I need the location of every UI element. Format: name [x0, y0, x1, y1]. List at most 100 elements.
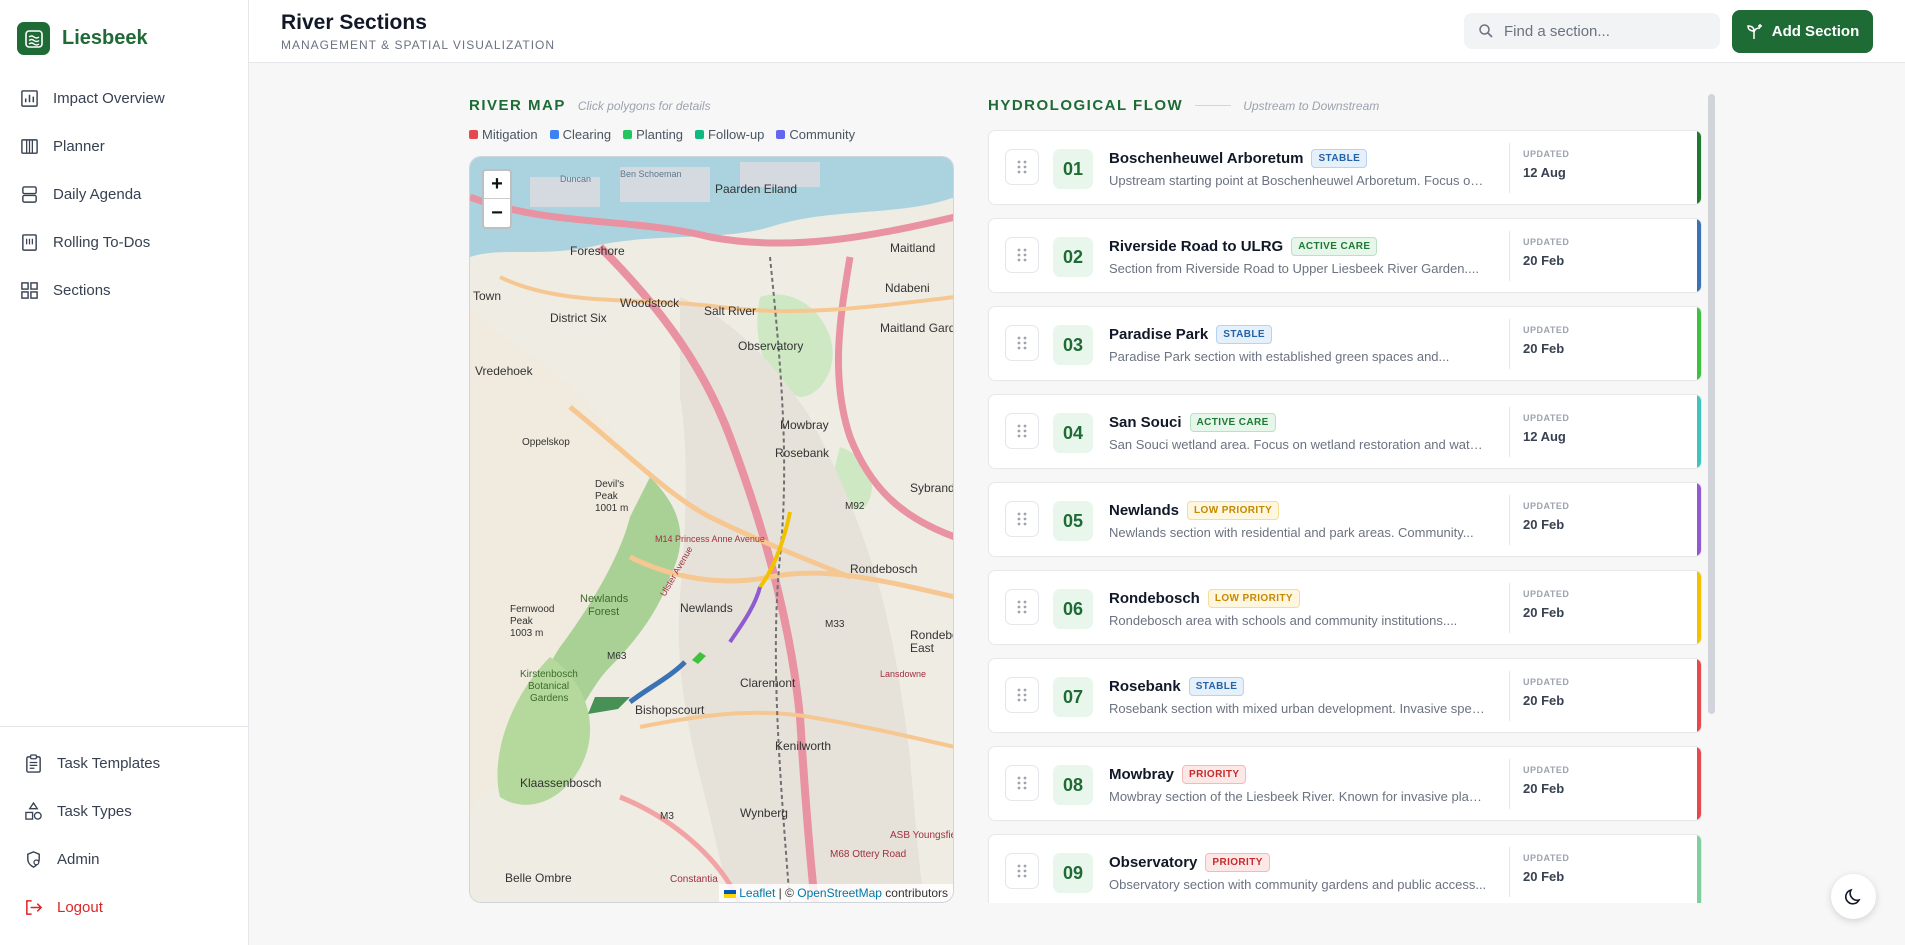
status-badge: STABLE: [1216, 325, 1272, 344]
drag-handle-icon[interactable]: [1005, 677, 1039, 713]
section-number: 05: [1053, 501, 1093, 541]
svg-text:Wynberg: Wynberg: [740, 806, 788, 820]
section-name-row: Paradise Park STABLE: [1109, 325, 1272, 344]
brand[interactable]: Liesbeek: [17, 22, 148, 55]
clipboard-icon: [26, 754, 41, 773]
legend-item: Planting: [623, 127, 683, 142]
nav-item-sections[interactable]: Sections: [20, 281, 111, 300]
svg-text:Woodstock: Woodstock: [620, 296, 680, 310]
nav-label: Rolling To-Dos: [53, 234, 151, 251]
section-card[interactable]: 09 Observatory PRIORITY Observatory section…: [988, 834, 1702, 903]
section-name: Boschenheuwel Arboretum: [1109, 150, 1304, 167]
map-tiles[interactable]: Duncan Ben Schoeman Paarden Eiland Fores…: [470, 157, 954, 903]
svg-text:Forest: Forest: [588, 606, 619, 618]
nav-item-logout[interactable]: Logout: [24, 898, 103, 917]
section-name: Observatory: [1109, 854, 1198, 871]
section-description: Upstream starting point at Boschenheuwel…: [1109, 173, 1487, 188]
status-badge: PRIORITY: [1205, 853, 1270, 872]
section-card[interactable]: 07 Rosebank STABLE Rosebank section with mi…: [988, 658, 1702, 733]
search-input[interactable]: [1504, 22, 1704, 40]
drag-handle-icon[interactable]: [1005, 413, 1039, 449]
svg-text:Newlands: Newlands: [680, 601, 733, 615]
nav-item-task-types[interactable]: Task Types: [24, 802, 132, 821]
moon-icon: [1844, 888, 1861, 905]
section-description: Rondebosch area with schools and communi…: [1109, 613, 1458, 628]
legend-label: Planting: [636, 127, 684, 142]
legend-item: Community: [776, 127, 855, 142]
section-accent-bar: [1697, 835, 1701, 903]
svg-text:Bishopscourt: Bishopscourt: [635, 703, 705, 717]
svg-text:Constantia: Constantia: [670, 874, 718, 885]
section-card[interactable]: 08 Mowbray PRIORITY Mowbray section of the …: [988, 746, 1702, 821]
list-scrollbar[interactable]: [1708, 94, 1715, 714]
svg-text:M33: M33: [825, 619, 845, 630]
legend-label: Mitigation: [482, 127, 538, 142]
grid-icon: [21, 282, 38, 299]
section-number: 07: [1053, 677, 1093, 717]
drag-handle-icon[interactable]: [1005, 853, 1039, 889]
zoom-in-button[interactable]: +: [484, 171, 510, 199]
status-badge: PRIORITY: [1182, 765, 1247, 784]
updated-block: UPDATED 20 Feb: [1509, 583, 1569, 633]
section-accent-bar: [1697, 571, 1701, 644]
drag-handle-icon[interactable]: [1005, 589, 1039, 625]
section-name: San Souci: [1109, 414, 1182, 431]
svg-text:Devil's: Devil's: [595, 479, 624, 490]
section-description: Newlands section with residential and pa…: [1109, 525, 1474, 540]
river-map[interactable]: Duncan Ben Schoeman Paarden Eiland Fores…: [469, 156, 954, 903]
logout-icon: [26, 900, 43, 915]
svg-text:Rondebosch: Rondebosch: [910, 628, 954, 642]
section-card[interactable]: 01 Boschenheuwel Arboretum STABLE Upstream …: [988, 130, 1702, 205]
nav-item-task-templates[interactable]: Task Templates: [24, 754, 160, 773]
nav-item-admin[interactable]: Admin: [24, 850, 100, 869]
section-accent-bar: [1697, 307, 1701, 380]
nav-item-impact-overview[interactable]: Impact Overview: [20, 89, 165, 108]
section-card[interactable]: 03 Paradise Park STABLE Paradise Park secti…: [988, 306, 1702, 381]
map-legend: Mitigation Clearing Planting Follow-up C…: [469, 127, 855, 142]
updated-block: UPDATED 20 Feb: [1509, 231, 1569, 281]
section-name-row: Observatory PRIORITY: [1109, 853, 1270, 872]
section-list: 01 Boschenheuwel Arboretum STABLE Upstream …: [988, 130, 1702, 903]
drag-handle-icon[interactable]: [1005, 237, 1039, 273]
section-card[interactable]: 04 San Souci ACTIVE CARE San Souci wetland …: [988, 394, 1702, 469]
section-name-row: Riverside Road to ULRG ACTIVE CARE: [1109, 237, 1378, 256]
updated-date: 20 Feb: [1523, 341, 1565, 356]
section-name: Mowbray: [1109, 766, 1175, 783]
nav-label: Daily Agenda: [53, 186, 142, 203]
theme-toggle-button[interactable]: [1831, 874, 1876, 919]
section-accent-bar: [1697, 659, 1701, 732]
zoom-out-button[interactable]: −: [484, 199, 510, 227]
svg-text:M92: M92: [845, 501, 865, 512]
leaflet-link[interactable]: Leaflet: [739, 886, 775, 900]
nav-label: Logout: [57, 899, 103, 916]
nav-label: Planner: [53, 138, 105, 155]
section-card[interactable]: 05 Newlands LOW PRIORITY Newlands section w…: [988, 482, 1702, 557]
nav-label: Admin: [57, 851, 100, 868]
legend-item: Mitigation: [469, 127, 538, 142]
section-accent-bar: [1697, 219, 1701, 292]
map-attribution: Leaflet | © OpenStreetMap contributors: [718, 884, 953, 902]
nav-item-rolling-todos[interactable]: Rolling To-Dos: [20, 233, 150, 252]
section-accent-bar: [1697, 747, 1701, 820]
drag-handle-icon[interactable]: [1005, 765, 1039, 801]
svg-text:Maitland: Maitland: [890, 241, 935, 255]
svg-text:Sybrand: Sybrand: [910, 481, 954, 495]
svg-text:M68 Ottery Road: M68 Ottery Road: [830, 849, 906, 860]
status-badge: ACTIVE CARE: [1291, 237, 1378, 256]
chart-bar-icon: [21, 90, 38, 107]
drag-handle-icon[interactable]: [1005, 325, 1039, 361]
drag-handle-icon[interactable]: [1005, 501, 1039, 537]
drag-handle-icon[interactable]: [1005, 149, 1039, 185]
shapes-icon: [25, 802, 42, 820]
section-card[interactable]: 06 Rondebosch LOW PRIORITY Rondebosch area …: [988, 570, 1702, 645]
nav-item-planner[interactable]: Planner: [20, 137, 105, 156]
section-card[interactable]: 02 Riverside Road to ULRG ACTIVE CARE Secti…: [988, 218, 1702, 293]
nav-label: Task Templates: [57, 755, 161, 772]
svg-text:Botanical: Botanical: [528, 681, 569, 692]
search-box[interactable]: [1464, 13, 1720, 49]
updated-date: 20 Feb: [1523, 693, 1565, 708]
osm-link[interactable]: OpenStreetMap: [797, 886, 882, 900]
svg-text:ASB Youngsfield: ASB Youngsfield: [890, 830, 954, 841]
add-section-button[interactable]: Add Section: [1732, 10, 1873, 53]
nav-item-daily-agenda[interactable]: Daily Agenda: [20, 185, 141, 204]
